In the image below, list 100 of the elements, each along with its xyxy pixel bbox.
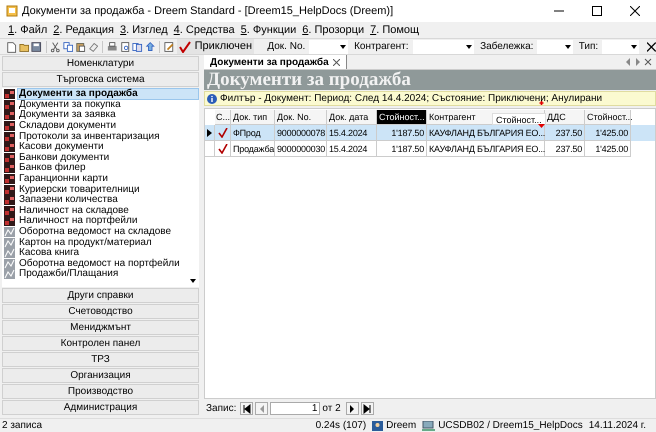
caret-icon <box>466 44 472 48</box>
column-header[interactable]: ДДС <box>545 110 585 125</box>
printer-icon[interactable] <box>107 40 118 52</box>
menu-item[interactable]: 1. Файл <box>8 23 48 37</box>
clear-filter-icon[interactable] <box>647 42 656 52</box>
pager-label: Запис: <box>206 402 236 416</box>
current-row-icon <box>207 128 212 136</box>
list-item[interactable]: Гаранционни карти <box>17 173 110 186</box>
menu-item[interactable]: 2. Редакция <box>53 23 114 37</box>
list-item[interactable]: Продажби/Плащания <box>17 268 120 280</box>
list-item[interactable]: Оборотна ведомост на портфейли <box>17 258 182 270</box>
menu-item[interactable]: 4. Средства <box>174 23 235 37</box>
upload-icon[interactable] <box>144 40 156 52</box>
document-icon <box>4 89 15 100</box>
menu-item[interactable]: 6. Прозорци <box>302 23 364 37</box>
column-header[interactable]: Стойност... <box>377 110 427 125</box>
document-icon <box>4 163 15 174</box>
copy-icon[interactable] <box>62 40 74 52</box>
status-date: 14.11.2024 г. <box>588 419 646 432</box>
list-item[interactable]: Наличност на портфейли <box>17 215 140 228</box>
document-icon <box>4 152 15 163</box>
document-icon <box>4 132 15 142</box>
list-item[interactable]: Протоколи за инвентаризация <box>17 130 162 143</box>
preview-icon[interactable] <box>120 40 130 52</box>
document-icon <box>4 100 15 110</box>
caret-icon <box>340 44 346 48</box>
section-button[interactable]: Администрация <box>2 400 199 415</box>
section-button[interactable]: Счетоводство <box>2 304 199 319</box>
computer-icon <box>422 420 436 430</box>
filter-dropdown[interactable] <box>537 40 573 54</box>
section-button[interactable]: ТРЗ <box>2 352 199 367</box>
section-button[interactable]: Организация <box>2 368 199 383</box>
list-item[interactable]: Документи за покупка <box>17 98 123 111</box>
list-item[interactable]: Складови документи <box>17 120 118 132</box>
list-item[interactable]: Касова книга <box>17 247 82 260</box>
document-icon <box>4 142 15 152</box>
app-icon <box>6 5 18 17</box>
check-icon <box>178 40 191 52</box>
section-button[interactable]: Номенклатури <box>2 56 199 71</box>
document-icon <box>4 216 15 226</box>
status-user: Dreem <box>386 419 416 432</box>
edit-icon[interactable] <box>164 40 175 52</box>
document-tab[interactable]: Документи за продажба <box>204 55 347 69</box>
menu-item[interactable]: 3. Изглед <box>120 23 168 37</box>
section-button[interactable]: Контролен панел <box>2 336 199 351</box>
list-item[interactable]: Банкови документи <box>17 152 112 164</box>
last-page-icon[interactable] <box>362 404 372 414</box>
menu-item[interactable]: 5. Функции <box>240 23 296 37</box>
first-page-icon[interactable] <box>242 404 252 414</box>
maximize-icon[interactable] <box>592 6 602 16</box>
scroll-down-icon[interactable] <box>190 279 196 283</box>
close-icon[interactable] <box>630 6 640 16</box>
drag-tooltip: Стойност... <box>492 113 546 125</box>
list-item[interactable]: Запазени количества <box>17 194 120 206</box>
save-icon[interactable] <box>31 40 42 52</box>
section-button[interactable]: Производство <box>2 384 199 399</box>
window-title: Документи за продажба - Dreem Standard - [Dreem15_HelpDocs (Dreem)] <box>22 4 394 19</box>
paste-icon[interactable] <box>75 40 86 52</box>
list-item[interactable]: Наличност на складове <box>17 204 131 217</box>
table-row[interactable]: ФПрод 9000000078 15.4.2024 1'187.50 КАУФЛАНД БЪЛГАРИЯ ЕО... 237.50 1'425.00 <box>205 125 655 141</box>
page-heading: Документи за продажба <box>204 70 656 90</box>
eraser-icon[interactable] <box>88 40 98 52</box>
column-header[interactable]: С... <box>215 110 231 125</box>
list-item[interactable]: Документи за заявка <box>17 109 118 122</box>
table-cell: Продажба <box>231 141 275 157</box>
caret-icon <box>631 44 638 48</box>
user-icon <box>372 420 384 430</box>
close-icon[interactable] <box>332 58 340 66</box>
tab-navigation-icon[interactable] <box>626 58 652 66</box>
list-item[interactable]: Банков филер <box>17 162 88 174</box>
page-number-field[interactable]: 1 <box>270 402 320 415</box>
list-item[interactable]: Картон на продукт/материал <box>17 236 154 249</box>
list-item[interactable]: Документи за продажба <box>17 88 199 100</box>
filter-text: Филтър - Документ: Период: След 14.4.2024; Състояние: Приключени; Анулирани <box>220 92 602 106</box>
table-cell: 15.4.2024 <box>327 141 377 157</box>
cut-icon[interactable] <box>50 40 61 52</box>
section-button[interactable]: Други справки <box>2 288 199 303</box>
filter-label: Тип: <box>578 40 598 54</box>
filter-dropdown[interactable] <box>602 40 640 54</box>
section-button[interactable]: Мениджмънт <box>2 320 199 335</box>
list-item[interactable]: Касови документи <box>17 141 106 154</box>
table-cell: 1'425.00 <box>585 141 631 157</box>
section-button[interactable]: Търговска система <box>2 72 199 87</box>
document-icon <box>4 110 15 120</box>
filter-dropdown[interactable] <box>309 40 348 54</box>
menu-item[interactable]: 7. Помощ <box>370 23 420 37</box>
new-file-icon[interactable] <box>6 40 16 52</box>
column-header[interactable]: Док. No. <box>275 110 327 125</box>
column-header[interactable]: Док. дата <box>327 110 377 125</box>
filter-label: Док. No. <box>267 40 306 54</box>
column-header[interactable]: Стойност... <box>585 110 631 125</box>
list-item[interactable]: Оборотна ведомост на складове <box>17 226 174 238</box>
filter-label: Забележка: <box>480 40 534 54</box>
document-icon <box>4 184 15 195</box>
info-icon <box>207 94 217 104</box>
column-header[interactable]: Док. тип <box>231 110 275 125</box>
document-icon <box>4 195 15 206</box>
list-item[interactable]: Куриерски товарителници <box>17 184 142 196</box>
documents-icon[interactable] <box>132 40 143 52</box>
state-button[interactable]: Приключен <box>176 39 254 54</box>
